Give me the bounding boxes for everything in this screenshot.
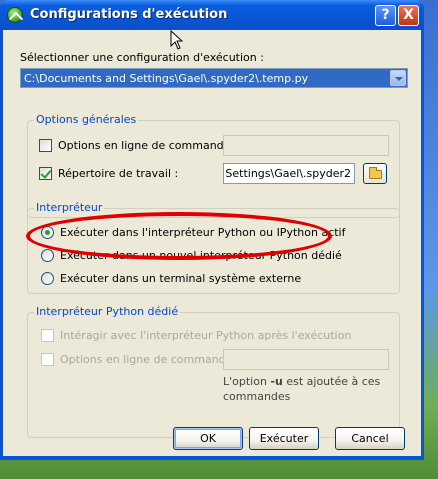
workdir-checkbox[interactable] [39,167,52,180]
interact-after-checkbox[interactable] [41,329,54,342]
radio-current-interpreter-label: Exécuter dans l'interpréteur Python ou I… [60,226,346,239]
radio-external-terminal-label: Exécuter dans un terminal système extern… [60,272,302,285]
folder-icon [369,167,382,179]
help-button[interactable]: ? [375,5,396,26]
radio-current-interpreter[interactable] [41,226,54,239]
run-button[interactable]: Exécuter [249,427,319,450]
title-bar[interactable]: Configurations d'exécution ? X [0,0,424,30]
window-title: Configurations d'exécution [30,7,228,22]
cmdline-options-input[interactable] [223,135,389,156]
hint-prefix: L'option [223,375,271,388]
interact-after-label: Intéragir avec l'interpréteur Python apr… [60,329,352,342]
general-options-title: Options générales [34,113,139,126]
interpreter-title: Interpréteur [34,201,105,214]
dedicated-cmdline-input[interactable] [223,349,389,370]
cmdline-options-checkbox[interactable] [39,139,52,152]
browse-folder-button[interactable] [363,163,387,184]
mouse-cursor-icon [170,30,184,50]
hint-suffix: est ajoutée à ces [282,375,381,388]
workdir-label: Répertoire de travail : [58,167,179,180]
config-select[interactable]: C:\Documents and Settings\Gael\.spyder2\… [20,68,408,88]
radio-dedicated-interpreter-label: Exécuter dans un nouvel interpréteur Pyt… [60,249,342,262]
close-button[interactable]: X [398,5,419,26]
cmdline-options-label: Options en ligne de commande : [58,139,238,152]
dialog-body: Sélectionner une configuration d'exécuti… [3,30,421,456]
ok-button[interactable]: OK [173,427,243,450]
hint-flag: -u [270,375,283,388]
dedicated-cmdline-checkbox[interactable] [41,353,54,366]
chevron-down-icon[interactable] [390,70,406,86]
dedicated-interpreter-title: Interpréteur Python dédié [34,305,181,318]
cancel-button[interactable]: Cancel [335,427,405,450]
radio-dedicated-interpreter[interactable] [41,249,54,262]
workdir-input[interactable]: C:\Documents and Settings\Gael\.spyder2 [223,163,355,184]
config-select-value: C:\Documents and Settings\Gael\.spyder2\… [24,72,309,85]
hint-line2: commandes [223,390,291,403]
run-configurations-dialog: Configurations d'exécution ? X Sélection… [0,0,424,460]
dedicated-cmdline-label: Options en ligne de commande : [60,353,240,366]
spyder-app-icon [7,7,23,23]
u-option-hint: L'option -u est ajoutée à ces commandes [223,374,380,404]
select-config-label: Sélectionner une configuration d'exécuti… [20,51,264,64]
radio-external-terminal[interactable] [41,272,54,285]
